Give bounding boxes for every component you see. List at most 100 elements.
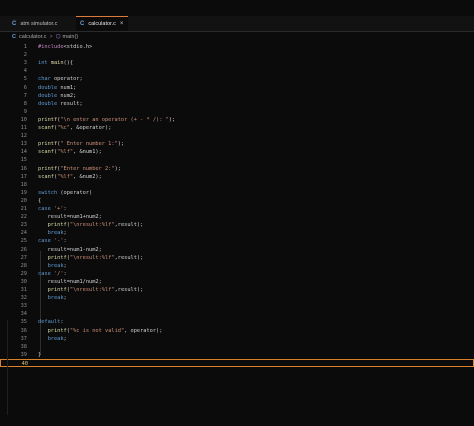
- code-line[interactable]: 4: [0, 67, 474, 75]
- c-file-icon: C: [12, 34, 16, 40]
- line-text: printf("\nresult:%lf",result);: [47, 254, 144, 261]
- line-number: 29: [20, 270, 27, 277]
- line-number: 11: [20, 125, 27, 131]
- line-text: switch (operator): [38, 189, 93, 196]
- line-number: 14: [20, 149, 27, 156]
- tab-label: atm simulator.c: [20, 20, 58, 27]
- code-line[interactable]: 24 break;: [0, 229, 474, 237]
- code-line[interactable]: 9: [0, 108, 474, 116]
- line-number: 25: [20, 238, 27, 245]
- line-number: 19: [20, 189, 27, 196]
- close-icon[interactable]: ×: [120, 21, 124, 27]
- code-line[interactable]: 21 case '+':: [0, 205, 474, 213]
- line-number: 4: [23, 68, 27, 75]
- line-number: 36: [20, 327, 27, 334]
- line-number: 17: [20, 173, 27, 180]
- line-number: 23: [20, 222, 27, 229]
- line-number: 3: [23, 60, 27, 67]
- breadcrumb: C calculator.c > ⬡ main(): [12, 32, 78, 42]
- editor-window: C atm simulator.c C calculator.c × C cal…: [0, 0, 474, 426]
- line-number: 7: [23, 92, 27, 99]
- code-line[interactable]: 38: [0, 343, 474, 351]
- code-line[interactable]: 1 #include<stdio.h>: [0, 43, 474, 51]
- line-number: 38: [20, 343, 27, 350]
- line-text: result=num1/num2;: [38, 278, 102, 285]
- code-line[interactable]: 6 double num1;: [0, 84, 474, 92]
- line-text: printf("\nresult:%lf",result);: [47, 287, 144, 293]
- line-text: printf("\nresult:%lf",result);: [47, 222, 144, 229]
- line-text: break;: [47, 262, 67, 269]
- code-line[interactable]: 31 printf("\nresult:%lf",result);: [0, 286, 474, 294]
- line-number: 18: [20, 181, 27, 188]
- code-line[interactable]: 17 scanf("%lf", &num2);: [0, 173, 474, 181]
- line-text: break;: [47, 335, 67, 342]
- code-line[interactable]: 11 scanf("%c", &operator);: [0, 124, 474, 132]
- code-line[interactable]: 22 result=num1+num2;: [0, 213, 474, 221]
- code-line[interactable]: 33: [0, 302, 474, 310]
- line-text: scanf("%lf", &num1);: [38, 149, 102, 156]
- line-number: 40: [21, 360, 28, 367]
- code-line[interactable]: 37 break;: [0, 335, 474, 343]
- code-line[interactable]: 25 case '-':: [0, 237, 474, 245]
- line-text: break;: [47, 230, 67, 237]
- line-number: 13: [20, 141, 27, 148]
- code-line[interactable]: 35 default:: [0, 318, 474, 326]
- code-line[interactable]: 23 printf("\nresult:%lf",result);: [0, 221, 474, 229]
- code-line[interactable]: 36 printf("%c is not valid", operator);: [0, 327, 474, 335]
- code-line[interactable]: 32 break;: [0, 294, 474, 302]
- line-number: 27: [20, 254, 27, 261]
- code-editor[interactable]: 1 #include<stdio.h> 2 3 int main(){4 5 char op…: [0, 42, 474, 368]
- code-line[interactable]: 27 printf("\nresult:%lf",result);: [0, 254, 474, 262]
- code-line[interactable]: 19 switch (operator): [0, 189, 474, 197]
- code-line[interactable]: 3 int main(){: [0, 59, 474, 67]
- code-line[interactable]: 18: [0, 181, 474, 189]
- line-number: 35: [20, 319, 27, 326]
- code-line[interactable]: 29 case '/':: [0, 270, 474, 278]
- code-line[interactable]: 20 {: [0, 197, 474, 205]
- code-line[interactable]: 8 double result;: [0, 100, 474, 108]
- code-line[interactable]: 2: [0, 51, 474, 59]
- breadcrumb-file[interactable]: calculator.c: [19, 34, 47, 40]
- code-line[interactable]: 26 result=num1-num2;: [0, 246, 474, 254]
- code-line[interactable]: 14 scanf("%lf", &num1);: [0, 148, 474, 156]
- c-file-icon: C: [12, 20, 17, 27]
- line-text: case '/':: [38, 270, 67, 277]
- line-number: 9: [23, 108, 27, 115]
- line-text: result=num1+num2;: [38, 214, 102, 221]
- line-text: double num1;: [38, 84, 77, 91]
- tab-atm-simulator[interactable]: C atm simulator.c: [8, 16, 74, 31]
- line-number: 32: [20, 295, 27, 302]
- tab-calculator[interactable]: C calculator.c ×: [76, 16, 128, 31]
- gutter-line: [7, 320, 8, 415]
- code-line[interactable]: 15: [0, 156, 474, 164]
- line-number: 24: [20, 230, 27, 237]
- code-line[interactable]: 39}: [0, 351, 474, 359]
- code-line[interactable]: 10 printf("\n enter an operator (+ - * /)…: [0, 116, 474, 124]
- code-line[interactable]: 12: [0, 132, 474, 140]
- line-number: 2: [23, 52, 27, 59]
- line-text: scanf("%lf", &num2);: [38, 173, 102, 180]
- line-text: double result;: [38, 100, 83, 107]
- code-line[interactable]: 40: [0, 358, 474, 368]
- line-text: printf("%c is not valid", operator);: [47, 327, 163, 334]
- line-text: char operator;: [38, 76, 83, 83]
- line-text: printf("Enter number 2:");: [38, 165, 121, 172]
- line-text: result=num1-num2;: [38, 246, 102, 253]
- tab-bar: C atm simulator.c C calculator.c ×: [0, 16, 474, 32]
- code-line[interactable]: 13 printf(" Enter number 1:");: [0, 140, 474, 148]
- code-line[interactable]: 28 break;: [0, 262, 474, 270]
- line-text: printf("\n enter an operator (+ - * /): …: [38, 116, 176, 123]
- code-line[interactable]: 16 printf("Enter number 2:");: [0, 165, 474, 173]
- line-number: 16: [20, 165, 27, 172]
- code-line[interactable]: 30 result=num1/num2;: [0, 278, 474, 286]
- breadcrumb-symbol[interactable]: main(): [63, 34, 79, 40]
- line-number: 15: [20, 157, 27, 164]
- line-number: 39: [20, 351, 27, 358]
- line-number: 26: [20, 246, 27, 253]
- code-line[interactable]: 7 double num2;: [0, 92, 474, 100]
- code-line[interactable]: 34: [0, 310, 474, 318]
- line-text: double num2;: [38, 92, 77, 99]
- code-line[interactable]: 5 char operator;: [0, 75, 474, 83]
- line-number: 6: [23, 84, 27, 91]
- line-number: 31: [20, 287, 27, 293]
